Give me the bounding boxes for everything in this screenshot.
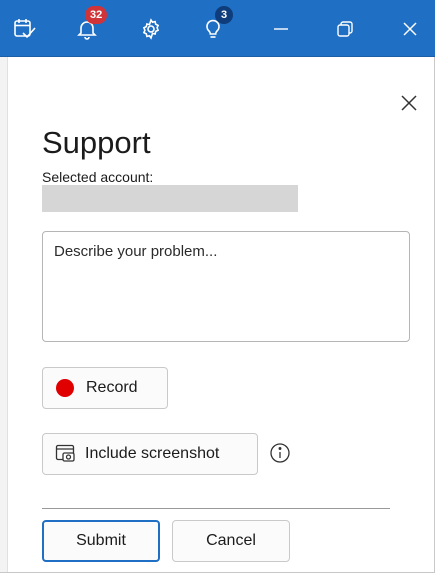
divider — [42, 508, 390, 509]
settings-button[interactable] — [126, 0, 176, 57]
panel-close-button[interactable] — [395, 91, 423, 119]
record-button[interactable]: Record — [42, 367, 168, 409]
record-dot-icon — [56, 379, 74, 397]
support-panel: Support Selected account: Record Include… — [9, 57, 435, 573]
cancel-button[interactable]: Cancel — [172, 520, 290, 562]
gear-icon — [140, 17, 162, 40]
info-icon[interactable] — [269, 442, 291, 464]
cancel-button-label: Cancel — [206, 532, 256, 549]
record-button-label: Record — [86, 379, 138, 396]
minimize-icon — [273, 21, 289, 37]
close-icon — [402, 21, 418, 37]
title-bar: 32 3 — [0, 0, 435, 57]
task-check-button[interactable] — [0, 0, 50, 57]
task-check-icon — [13, 18, 37, 40]
page-title: Support — [42, 125, 151, 160]
notifications-button[interactable]: 32 — [62, 0, 112, 57]
submit-button-label: Submit — [76, 532, 126, 549]
close-icon — [400, 94, 418, 117]
problem-description-input[interactable] — [42, 231, 410, 342]
notifications-badge: 32 — [85, 6, 108, 24]
include-screenshot-button[interactable]: Include screenshot — [42, 433, 258, 475]
tips-button[interactable]: 3 — [188, 0, 238, 57]
selected-account-label: Selected account: — [42, 169, 154, 185]
restore-button[interactable] — [320, 0, 370, 57]
submit-button[interactable]: Submit — [42, 520, 160, 562]
include-screenshot-label: Include screenshot — [85, 445, 220, 462]
selected-account-value — [42, 185, 298, 212]
tips-badge: 3 — [215, 6, 233, 24]
minimize-button[interactable] — [256, 0, 306, 57]
side-border — [0, 57, 8, 573]
screenshot-icon — [55, 444, 77, 464]
restore-icon — [336, 20, 354, 38]
window-close-button[interactable] — [385, 0, 435, 57]
